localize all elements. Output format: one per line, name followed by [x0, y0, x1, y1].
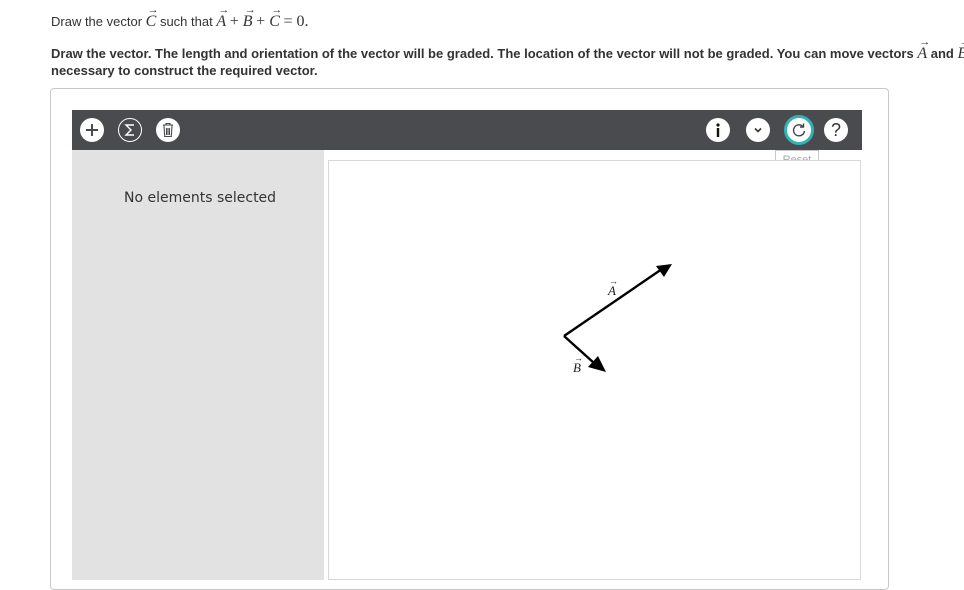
vector-c-symbol-2: → C — [269, 4, 283, 31]
help-icon: ? — [830, 119, 841, 140]
plus-icon — [86, 124, 98, 136]
sum-button[interactable] — [118, 118, 142, 142]
help-button[interactable]: ? — [824, 118, 848, 142]
drawing-canvas[interactable]: → A → B — [328, 160, 861, 580]
trash-icon — [163, 122, 173, 138]
vector-b[interactable] — [563, 335, 606, 372]
delete-button[interactable] — [156, 118, 180, 142]
vector-a-symbol-inline: → A — [917, 42, 931, 62]
vector-a[interactable] — [563, 264, 672, 337]
instructions: Draw the vector. The length and orientat… — [51, 42, 964, 79]
reset-button[interactable] — [784, 115, 814, 145]
question-text: Draw the vector → C such that → A + → B + →… — [51, 4, 309, 31]
reset-icon — [792, 123, 806, 137]
vector-c-symbol: → C — [145, 4, 159, 31]
sidebar-status: No elements selected — [124, 190, 277, 206]
instructions-line-2: necessary to construct the required vect… — [51, 63, 318, 78]
info-button[interactable] — [706, 118, 730, 142]
instructions-line-1: Draw the vector. The length and orientat… — [51, 42, 964, 62]
vector-b-symbol-inline: →B — [957, 42, 964, 62]
vector-a-symbol: → A — [216, 4, 230, 31]
vector-a-label: → A — [608, 276, 618, 298]
vector-b-symbol: → B — [242, 4, 256, 31]
info-icon — [716, 123, 720, 137]
options-dropdown-button[interactable] — [746, 118, 770, 142]
vector-b-label: → B — [573, 353, 583, 375]
vector-layer — [563, 264, 672, 372]
toolbar: ? — [72, 110, 862, 150]
sigma-icon — [124, 124, 134, 136]
chevron-down-icon — [754, 127, 762, 133]
sidebar-panel: No elements selected — [72, 150, 324, 580]
add-vector-button[interactable] — [80, 118, 104, 142]
